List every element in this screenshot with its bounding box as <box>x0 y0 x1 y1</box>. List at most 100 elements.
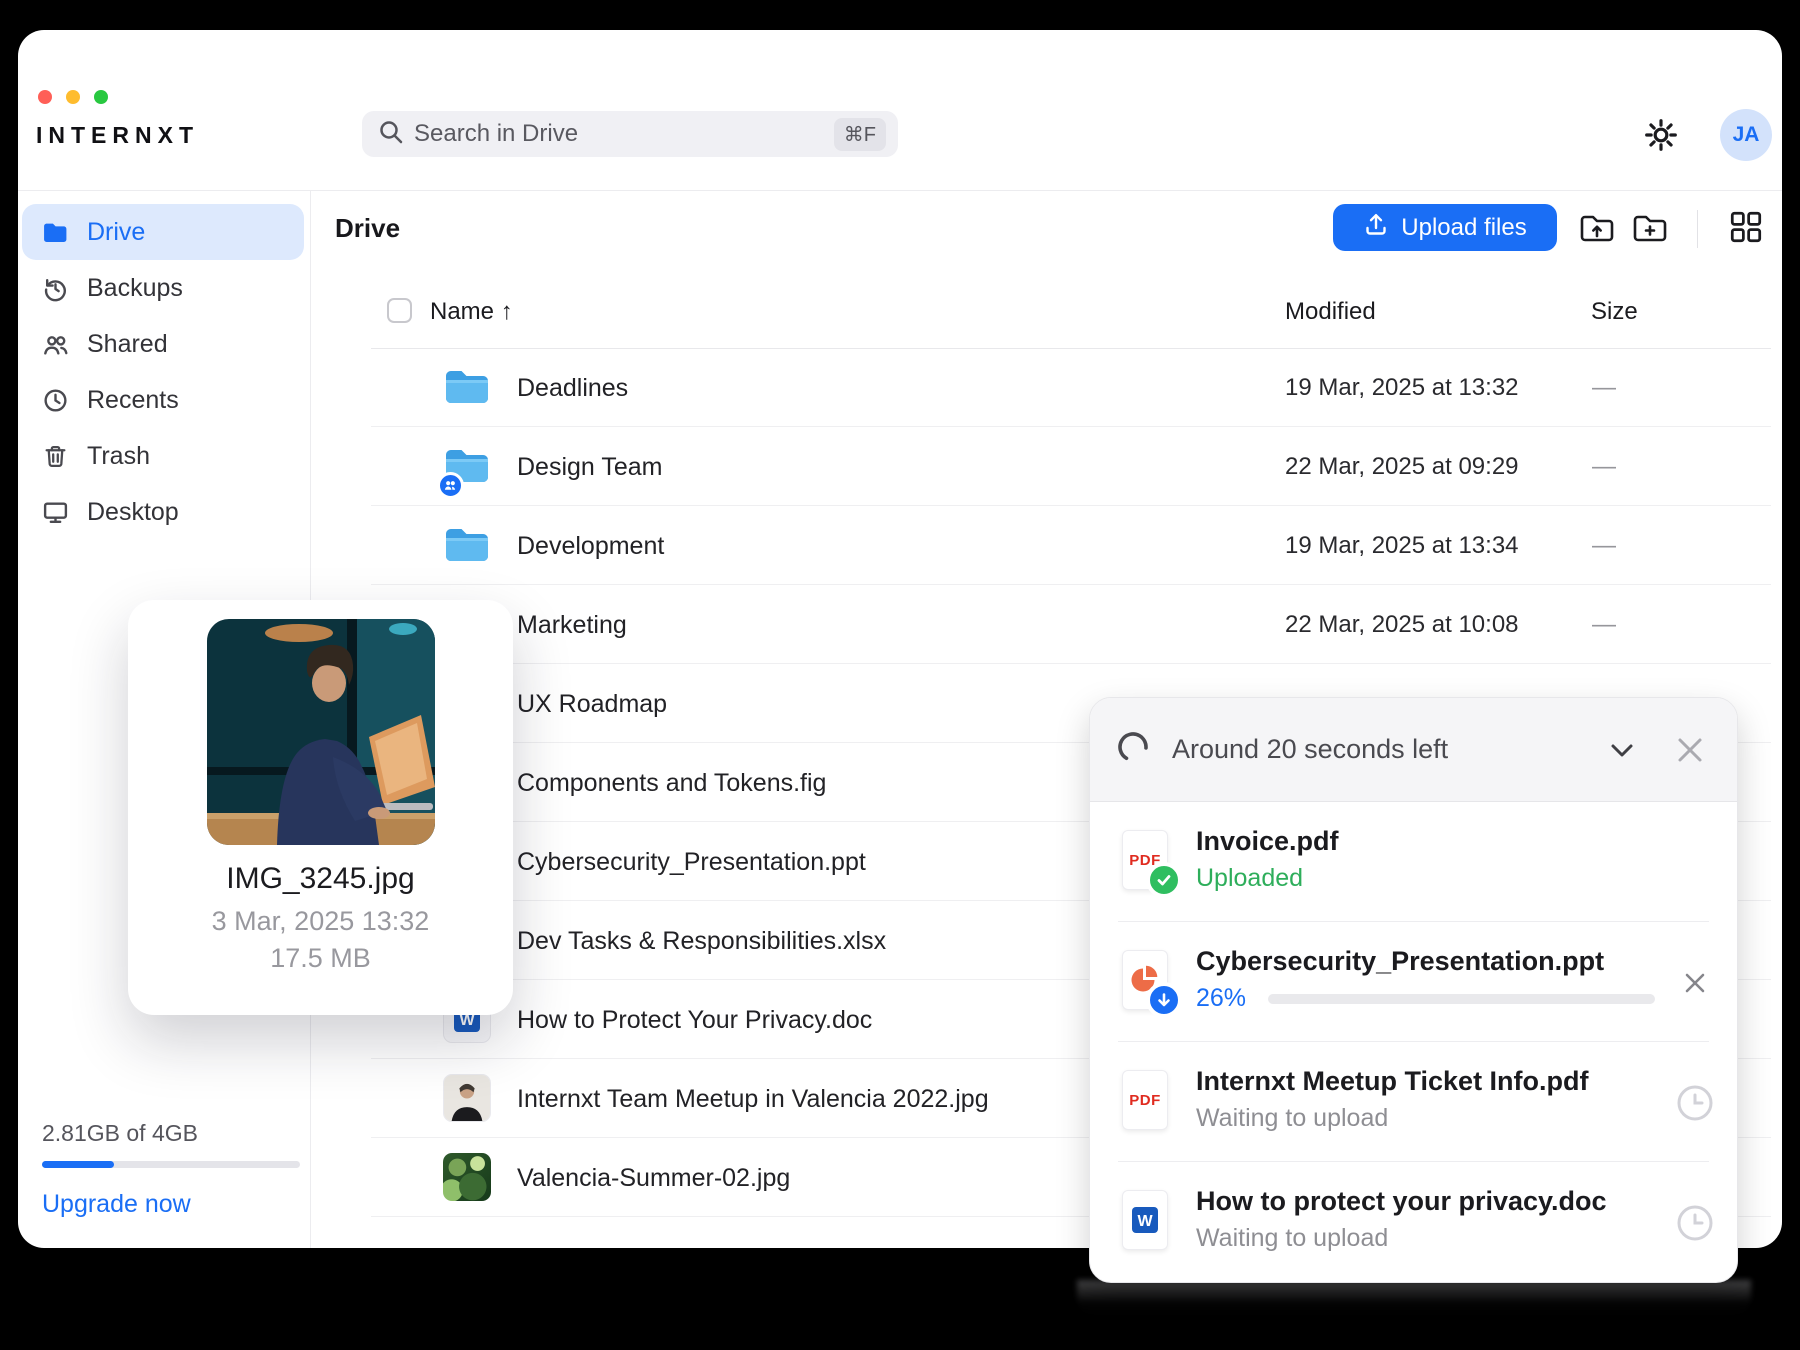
downloading-arrow-icon <box>1146 982 1182 1018</box>
upload-item-status: Uploaded <box>1196 864 1304 892</box>
backups-icon <box>42 275 69 302</box>
file-name: How to Protect Your Privacy.doc <box>517 1006 873 1034</box>
upload-percent: 26% <box>1196 984 1247 1012</box>
toolbar-divider <box>1697 210 1698 248</box>
search-input[interactable] <box>414 120 834 148</box>
sidebar-item-label: Shared <box>87 329 168 358</box>
table-row[interactable]: Marketing 22 Mar, 2025 at 10:08 — <box>371 585 1771 664</box>
file-name: Valencia-Summer-02.jpg <box>517 1164 791 1192</box>
upload-item-status: Waiting to upload <box>1196 1224 1389 1252</box>
sidebar-item-shared[interactable]: Shared <box>22 316 304 372</box>
file-name: Design Team <box>517 453 663 481</box>
search-bar[interactable]: ⌘F <box>362 111 898 157</box>
upload-item: Cybersecurity_Presentation.ppt 26% <box>1118 922 1709 1042</box>
folder-icon <box>443 363 491 416</box>
sidebar-item-drive[interactable]: Drive <box>22 204 304 260</box>
gear-icon[interactable] <box>1643 117 1679 153</box>
table-row[interactable]: Design Team 22 Mar, 2025 at 09:29 — <box>371 427 1771 506</box>
word-file-icon: W <box>1122 1190 1168 1250</box>
sidebar-item-trash[interactable]: Trash <box>22 428 304 484</box>
avatar[interactable]: JA <box>1720 109 1772 161</box>
upload-icon <box>1363 211 1389 244</box>
upload-folder-icon[interactable] <box>1577 208 1617 248</box>
internxt-logo: INTERNXT <box>36 122 199 148</box>
zoom-window-button[interactable] <box>94 90 108 104</box>
waiting-clock-icon <box>1674 1202 1716 1244</box>
upload-items-list: PDF Invoice.pdf Uploaded Cybersecurity_Pres… <box>1090 802 1737 1282</box>
sidebar-item-label: Desktop <box>87 497 179 526</box>
upload-item-status: Waiting to upload <box>1196 1104 1389 1132</box>
upgrade-now-link[interactable]: Upgrade now <box>42 1190 191 1219</box>
column-header-modified[interactable]: Modified <box>1285 298 1376 326</box>
close-panel-icon[interactable] <box>1669 729 1711 771</box>
search-shortcut-badge: ⌘F <box>833 117 886 151</box>
upload-panel-title: Around 20 seconds left <box>1172 734 1449 764</box>
sidebar-item-desktop[interactable]: Desktop <box>22 484 304 540</box>
storage-progress-track <box>42 1161 300 1168</box>
sidebar-item-recents[interactable]: Recents <box>22 372 304 428</box>
upload-item-name: Invoice.pdf <box>1196 826 1339 856</box>
new-folder-icon[interactable] <box>1630 208 1670 248</box>
image-thumbnail <box>443 1153 491 1201</box>
shared-icon <box>42 331 69 358</box>
size-value: — <box>1592 453 1616 480</box>
desktop-icon <box>42 499 69 526</box>
modified-date: 22 Mar, 2025 at 10:08 <box>1285 611 1519 638</box>
upload-files-label: Upload files <box>1401 213 1527 241</box>
size-value: — <box>1592 374 1616 401</box>
column-header-name[interactable]: Name ↑ <box>430 298 513 326</box>
image-thumbnail <box>443 1074 491 1122</box>
file-name: Internxt Team Meetup in Valencia 2022.jp… <box>517 1085 989 1113</box>
upload-files-button[interactable]: Upload files <box>1333 204 1557 251</box>
trash-icon <box>42 443 69 470</box>
column-header-size[interactable]: Size <box>1591 298 1638 326</box>
size-value: — <box>1592 611 1616 638</box>
table-row[interactable]: Deadlines 19 Mar, 2025 at 13:32 — <box>371 348 1771 427</box>
uploaded-check-icon <box>1146 862 1182 898</box>
file-name: Deadlines <box>517 374 629 402</box>
screenshot-stage: INTERNXT ⌘F JA Drive Backups Shared Recents… <box>0 0 1800 1350</box>
upload-item-name: How to protect your privacy.doc <box>1196 1186 1607 1216</box>
file-name: Components and Tokens.fig <box>517 769 827 797</box>
folder-icon <box>437 442 491 499</box>
upload-progress-panel: Around 20 seconds left PDF Invoice.pdf Upl… <box>1089 697 1738 1283</box>
grid-view-icon[interactable] <box>1727 208 1767 248</box>
upload-item: PDF Invoice.pdf Uploaded <box>1118 802 1709 922</box>
sidebar-item-label: Trash <box>87 441 150 470</box>
upload-item-name: Internxt Meetup Ticket Info.pdf <box>1196 1066 1589 1096</box>
chevron-down-icon[interactable] <box>1601 729 1643 771</box>
preview-photo <box>206 619 435 845</box>
file-name: Cybersecurity_Presentation.ppt <box>517 848 866 876</box>
sidebar-item-backups[interactable]: Backups <box>22 260 304 316</box>
spinner-icon <box>1116 730 1150 769</box>
recents-icon <box>42 387 69 414</box>
size-value: — <box>1592 532 1616 559</box>
upload-panel-header: Around 20 seconds left <box>1090 698 1737 802</box>
shared-folder-badge <box>437 472 464 499</box>
pdf-file-icon: PDF <box>1122 1070 1168 1130</box>
preview-filename: IMG_3245.jpg <box>226 862 415 895</box>
folder-icon <box>443 521 491 574</box>
upload-item: PDF Internxt Meetup Ticket Info.pdf Waitin… <box>1118 1042 1713 1162</box>
preview-date: 3 Mar, 2025 13:32 <box>211 906 430 936</box>
minimize-window-button[interactable] <box>66 90 80 104</box>
upload-item-name: Cybersecurity_Presentation.ppt <box>1196 946 1605 976</box>
file-name: Marketing <box>517 611 627 639</box>
folder-icon <box>42 219 69 246</box>
sidebar-item-label: Recents <box>87 385 179 414</box>
modified-date: 19 Mar, 2025 at 13:32 <box>1285 374 1519 401</box>
cancel-upload-icon[interactable] <box>1674 962 1716 1004</box>
table-row[interactable]: Development 19 Mar, 2025 at 13:34 — <box>371 506 1771 585</box>
waiting-clock-icon <box>1674 1082 1716 1124</box>
select-all-checkbox[interactable] <box>387 298 412 323</box>
sidebar-nav: Drive Backups Shared Recents Trash Desktop <box>22 204 304 540</box>
sidebar-item-label: Backups <box>87 273 183 302</box>
upload-panel-shadow <box>1077 1280 1751 1322</box>
upload-item: W How to protect your privacy.doc Waiting … <box>1118 1162 1713 1282</box>
close-window-button[interactable] <box>38 90 52 104</box>
svg-text:W: W <box>1137 1213 1153 1230</box>
file-name: UX Roadmap <box>517 690 668 718</box>
upload-progress-track <box>1268 993 1656 1004</box>
sort-arrow-icon: ↑ <box>500 298 513 325</box>
header-divider <box>18 190 1782 191</box>
